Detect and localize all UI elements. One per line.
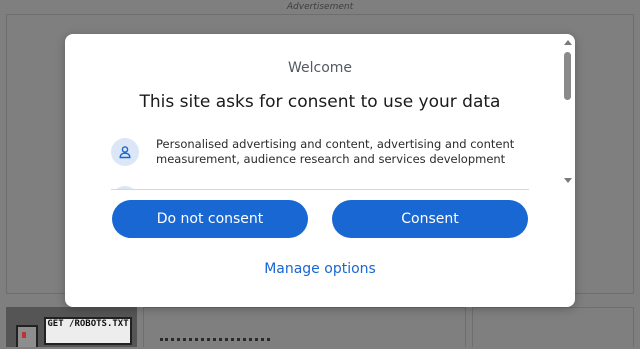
- consent-button[interactable]: Consent: [332, 200, 528, 238]
- purpose-list[interactable]: Personalised advertising and content, ad…: [111, 130, 529, 189]
- dialog-title: This site asks for consent to use your d…: [139, 92, 501, 112]
- article-card[interactable]: [143, 307, 466, 347]
- purpose-item: Personalised advertising and content, ad…: [111, 130, 529, 182]
- do-not-consent-button[interactable]: Do not consent: [112, 200, 308, 238]
- article-title-partial: [160, 338, 270, 349]
- dialog-header: Welcome: [287, 60, 353, 76]
- scroll-thumb[interactable]: [564, 52, 571, 100]
- scroll-up-arrow-icon[interactable]: [564, 40, 572, 45]
- article-thumbnail[interactable]: GET /ROBOTS.TXT: [6, 307, 137, 347]
- article-card-secondary[interactable]: [472, 307, 634, 347]
- scroll-down-arrow-icon[interactable]: [564, 178, 572, 183]
- robot-image: [16, 325, 38, 347]
- purpose-text: Personalised advertising and content, ad…: [156, 137, 515, 166]
- scrollbar[interactable]: [563, 38, 573, 184]
- person-icon: [111, 138, 139, 166]
- consent-dialog: Welcome This site asks for consent to us…: [65, 34, 575, 307]
- manage-options-link[interactable]: Manage options: [65, 261, 575, 277]
- divider: [111, 189, 529, 190]
- advertisement-label: Advertisement: [286, 2, 354, 12]
